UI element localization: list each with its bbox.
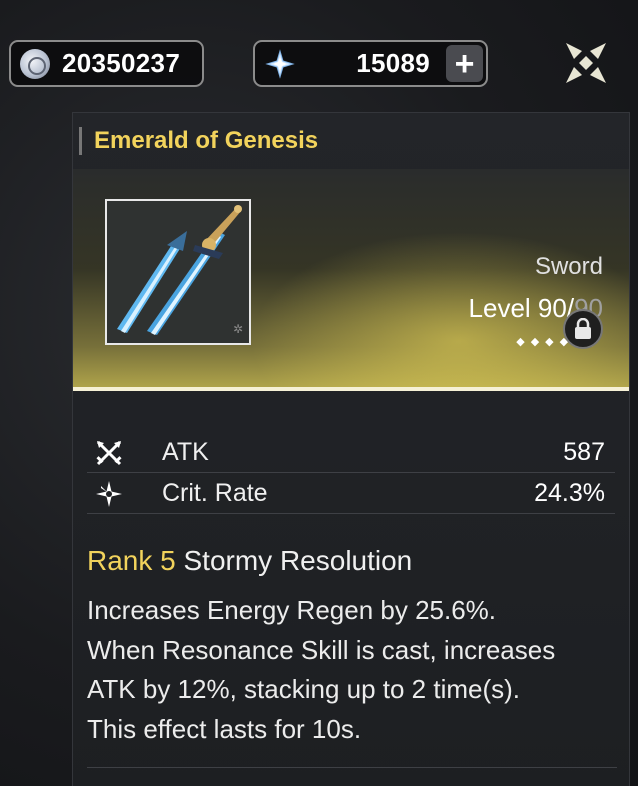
- passive-line: Increases Energy Regen by 25.6%.: [87, 595, 497, 625]
- astrite-counter: 15089 +: [253, 40, 488, 87]
- passive-line: This effect lasts for 10s.: [87, 713, 362, 744]
- passive-line: ATK by 12%, stacking up to 2 time(s).: [87, 674, 521, 704]
- stat-value: 24.3%: [534, 479, 605, 507]
- astrite-amount: 15089: [356, 48, 430, 78]
- title-bar: Emerald of Genesis: [73, 113, 629, 169]
- svg-text:✲: ✲: [233, 322, 243, 336]
- shell-credit-amount: 20350237: [62, 48, 181, 78]
- passive-line: When Resonance Skill is cast, increases: [87, 634, 556, 665]
- close-icon[interactable]: [560, 37, 612, 89]
- crit-star-icon: [96, 480, 122, 507]
- banner-divider: [73, 387, 629, 391]
- lock-button[interactable]: [563, 309, 603, 349]
- lock-icon: [575, 318, 591, 339]
- weapon-name: Emerald of Genesis: [94, 127, 319, 154]
- level-current: 90: [537, 293, 567, 323]
- weapon-banner: ✲ Sword Level 90/90 ◆◆◆◆◆◆: [73, 169, 629, 391]
- weapon-type: Sword: [534, 253, 603, 280]
- crossed-swords-icon: [96, 440, 122, 465]
- title-marker: [79, 127, 82, 155]
- bottom-divider: [87, 767, 617, 768]
- passive-title: Rank 5 Stormy Resolution: [87, 545, 412, 577]
- astrite-icon: [265, 48, 295, 79]
- stat-label: Crit. Rate: [162, 479, 268, 507]
- stat-row-atk: ATK 587: [87, 433, 615, 473]
- passive-description: Increases Energy Regen by 25.6%. When Re…: [87, 591, 617, 749]
- shell-credit-icon: [20, 48, 50, 79]
- weapon-detail-card: Emerald of Genesis ✲ Sword Level 90/90 ◆…: [72, 112, 630, 786]
- stat-label: ATK: [162, 438, 209, 466]
- weapon-portrait: ✲: [105, 199, 251, 345]
- level-label: Level: [468, 293, 531, 323]
- stat-row-crit-rate: Crit. Rate 24.3%: [87, 474, 615, 514]
- passive-rank: Rank 5: [87, 545, 176, 576]
- sword-art-icon: ✲: [107, 201, 249, 343]
- add-astrite-button[interactable]: +: [446, 45, 483, 82]
- passive-name: Stormy Resolution: [183, 545, 413, 576]
- stat-value: 587: [563, 438, 605, 466]
- shell-credit-counter: 20350237: [9, 40, 204, 87]
